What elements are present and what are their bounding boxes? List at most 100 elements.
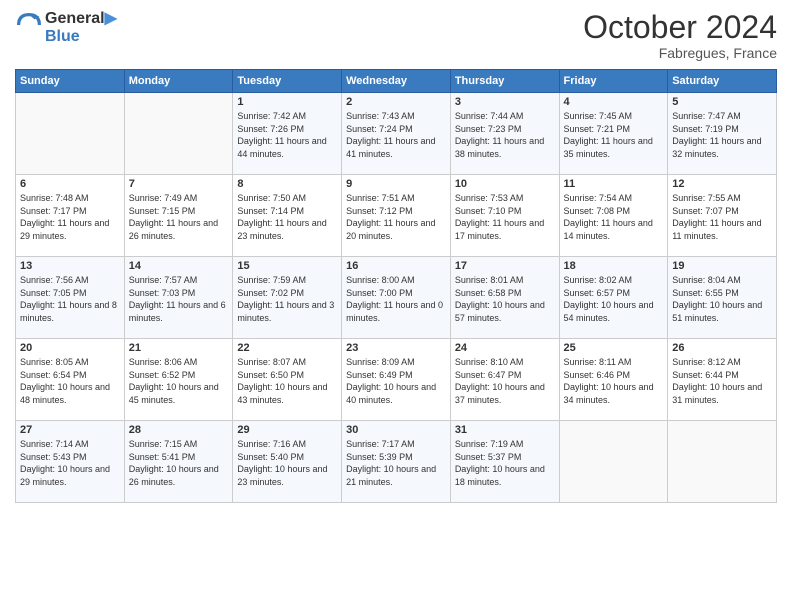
day-info: Sunrise: 8:04 AMSunset: 6:55 PMDaylight:… — [672, 274, 772, 324]
day-info: Sunrise: 7:54 AMSunset: 7:08 PMDaylight:… — [564, 192, 664, 242]
day-number: 28 — [129, 424, 229, 436]
day-info: Sunrise: 7:17 AMSunset: 5:39 PMDaylight:… — [346, 438, 446, 488]
day-info: Sunrise: 7:59 AMSunset: 7:02 PMDaylight:… — [237, 274, 337, 324]
calendar-cell: 24Sunrise: 8:10 AMSunset: 6:47 PMDayligh… — [450, 339, 559, 421]
calendar-cell: 6 Sunrise: 7:48 AMSunset: 7:17 PMDaylight… — [16, 175, 125, 257]
day-number: 6 — [20, 178, 120, 190]
calendar-cell: 10 Sunrise: 7:53 AMSunset: 7:10 PMDayligh… — [450, 175, 559, 257]
calendar-cell: 14Sunrise: 7:57 AMSunset: 7:03 PMDayligh… — [124, 257, 233, 339]
calendar-cell: 18Sunrise: 8:02 AMSunset: 6:57 PMDayligh… — [559, 257, 668, 339]
col-thursday: Thursday — [450, 70, 559, 93]
day-number: 20 — [20, 342, 120, 354]
day-number: 16 — [346, 260, 446, 272]
day-number: 24 — [455, 342, 555, 354]
day-number: 29 — [237, 424, 337, 436]
calendar-cell: 22 Sunrise: 8:07 AMSunset: 6:50 PMDayligh… — [233, 339, 342, 421]
day-info: Sunrise: 7:53 AMSunset: 7:10 PMDaylight:… — [455, 192, 555, 242]
day-info: Sunrise: 7:43 AMSunset: 7:24 PMDaylight:… — [346, 110, 446, 160]
logo-text: General▶ — [45, 10, 117, 28]
calendar-cell: 9Sunrise: 7:51 AMSunset: 7:12 PMDaylight… — [342, 175, 451, 257]
calendar-cell: 12 Sunrise: 7:55 AMSunset: 7:07 PMDayligh… — [668, 175, 777, 257]
day-number: 21 — [129, 342, 229, 354]
logo-subtext: Blue — [45, 28, 117, 46]
calendar-cell — [16, 93, 125, 175]
calendar-cell: 28 Sunrise: 7:15 AMSunset: 5:41 PMDayligh… — [124, 421, 233, 503]
day-number: 4 — [564, 96, 664, 108]
calendar-cell: 4 Sunrise: 7:45 AMSunset: 7:21 PMDaylight… — [559, 93, 668, 175]
day-number: 13 — [20, 260, 120, 272]
col-monday: Monday — [124, 70, 233, 93]
day-info: Sunrise: 7:19 AMSunset: 5:37 PMDaylight:… — [455, 438, 555, 488]
logo-icon — [17, 13, 41, 37]
day-info: Sunrise: 7:56 AMSunset: 7:05 PMDaylight:… — [20, 274, 120, 324]
calendar-cell: 31 Sunrise: 7:19 AMSunset: 5:37 PMDayligh… — [450, 421, 559, 503]
day-info: Sunrise: 7:16 AMSunset: 5:40 PMDaylight:… — [237, 438, 337, 488]
day-info: Sunrise: 7:45 AMSunset: 7:21 PMDaylight:… — [564, 110, 664, 160]
day-number: 26 — [672, 342, 772, 354]
calendar-cell: 13 Sunrise: 7:56 AMSunset: 7:05 PMDayligh… — [16, 257, 125, 339]
calendar-cell: 5Sunrise: 7:47 AMSunset: 7:19 PMDaylight… — [668, 93, 777, 175]
calendar-cell: 1 Sunrise: 7:42 AMSunset: 7:26 PMDaylight… — [233, 93, 342, 175]
day-number: 2 — [346, 96, 446, 108]
calendar-page: General▶ Blue October 2024 Fabregues, Fr… — [0, 0, 792, 612]
day-number: 8 — [237, 178, 337, 190]
month-title: October 2024 — [583, 10, 777, 45]
day-number: 30 — [346, 424, 446, 436]
week-row-1: 1 Sunrise: 7:42 AMSunset: 7:26 PMDaylight… — [16, 93, 777, 175]
day-number: 10 — [455, 178, 555, 190]
day-info: Sunrise: 7:55 AMSunset: 7:07 PMDaylight:… — [672, 192, 772, 242]
header-row: Sunday Monday Tuesday Wednesday Thursday… — [16, 70, 777, 93]
day-info: Sunrise: 8:05 AMSunset: 6:54 PMDaylight:… — [20, 356, 120, 406]
day-number: 27 — [20, 424, 120, 436]
day-number: 23 — [346, 342, 446, 354]
calendar-cell: 26Sunrise: 8:12 AMSunset: 6:44 PMDayligh… — [668, 339, 777, 421]
calendar-cell: 7 Sunrise: 7:49 AMSunset: 7:15 PMDaylight… — [124, 175, 233, 257]
calendar-cell: 29 Sunrise: 7:16 AMSunset: 5:40 PMDayligh… — [233, 421, 342, 503]
day-number: 25 — [564, 342, 664, 354]
day-info: Sunrise: 8:06 AMSunset: 6:52 PMDaylight:… — [129, 356, 229, 406]
day-number: 15 — [237, 260, 337, 272]
calendar-cell — [559, 421, 668, 503]
page-header: General▶ Blue October 2024 Fabregues, Fr… — [15, 10, 777, 61]
calendar-cell: 25 Sunrise: 8:11 AMSunset: 6:46 PMDayligh… — [559, 339, 668, 421]
day-number: 17 — [455, 260, 555, 272]
calendar-cell: 8 Sunrise: 7:50 AMSunset: 7:14 PMDaylight… — [233, 175, 342, 257]
day-number: 12 — [672, 178, 772, 190]
calendar-cell: 20 Sunrise: 8:05 AMSunset: 6:54 PMDayligh… — [16, 339, 125, 421]
calendar-cell — [668, 421, 777, 503]
calendar-table: Sunday Monday Tuesday Wednesday Thursday… — [15, 69, 777, 503]
calendar-cell: 2 Sunrise: 7:43 AMSunset: 7:24 PMDaylight… — [342, 93, 451, 175]
day-number: 22 — [237, 342, 337, 354]
day-number: 1 — [237, 96, 337, 108]
day-info: Sunrise: 7:42 AMSunset: 7:26 PMDaylight:… — [237, 110, 337, 160]
day-info: Sunrise: 8:07 AMSunset: 6:50 PMDaylight:… — [237, 356, 337, 406]
day-number: 11 — [564, 178, 664, 190]
logo: General▶ Blue — [15, 10, 117, 45]
day-info: Sunrise: 8:11 AMSunset: 6:46 PMDaylight:… — [564, 356, 664, 406]
day-info: Sunrise: 7:44 AMSunset: 7:23 PMDaylight:… — [455, 110, 555, 160]
col-sunday: Sunday — [16, 70, 125, 93]
calendar-cell: 27Sunrise: 7:14 AMSunset: 5:43 PMDayligh… — [16, 421, 125, 503]
calendar-cell: 16Sunrise: 8:00 AMSunset: 7:00 PMDayligh… — [342, 257, 451, 339]
day-info: Sunrise: 7:49 AMSunset: 7:15 PMDaylight:… — [129, 192, 229, 242]
day-info: Sunrise: 8:01 AMSunset: 6:58 PMDaylight:… — [455, 274, 555, 324]
calendar-cell: 30 Sunrise: 7:17 AMSunset: 5:39 PMDayligh… — [342, 421, 451, 503]
col-wednesday: Wednesday — [342, 70, 451, 93]
day-info: Sunrise: 7:15 AMSunset: 5:41 PMDaylight:… — [129, 438, 229, 488]
calendar-cell: 15 Sunrise: 7:59 AMSunset: 7:02 PMDayligh… — [233, 257, 342, 339]
day-info: Sunrise: 7:48 AMSunset: 7:17 PMDaylight:… — [20, 192, 120, 242]
day-number: 5 — [672, 96, 772, 108]
day-number: 7 — [129, 178, 229, 190]
calendar-cell: 19 Sunrise: 8:04 AMSunset: 6:55 PMDayligh… — [668, 257, 777, 339]
day-info: Sunrise: 7:50 AMSunset: 7:14 PMDaylight:… — [237, 192, 337, 242]
calendar-cell: 3Sunrise: 7:44 AMSunset: 7:23 PMDaylight… — [450, 93, 559, 175]
day-number: 31 — [455, 424, 555, 436]
calendar-cell: 21 Sunrise: 8:06 AMSunset: 6:52 PMDayligh… — [124, 339, 233, 421]
week-row-2: 6 Sunrise: 7:48 AMSunset: 7:17 PMDaylight… — [16, 175, 777, 257]
day-number: 19 — [672, 260, 772, 272]
calendar-cell: 17 Sunrise: 8:01 AMSunset: 6:58 PMDayligh… — [450, 257, 559, 339]
calendar-cell: 11 Sunrise: 7:54 AMSunset: 7:08 PMDayligh… — [559, 175, 668, 257]
day-number: 9 — [346, 178, 446, 190]
day-info: Sunrise: 8:02 AMSunset: 6:57 PMDaylight:… — [564, 274, 664, 324]
day-info: Sunrise: 8:09 AMSunset: 6:49 PMDaylight:… — [346, 356, 446, 406]
